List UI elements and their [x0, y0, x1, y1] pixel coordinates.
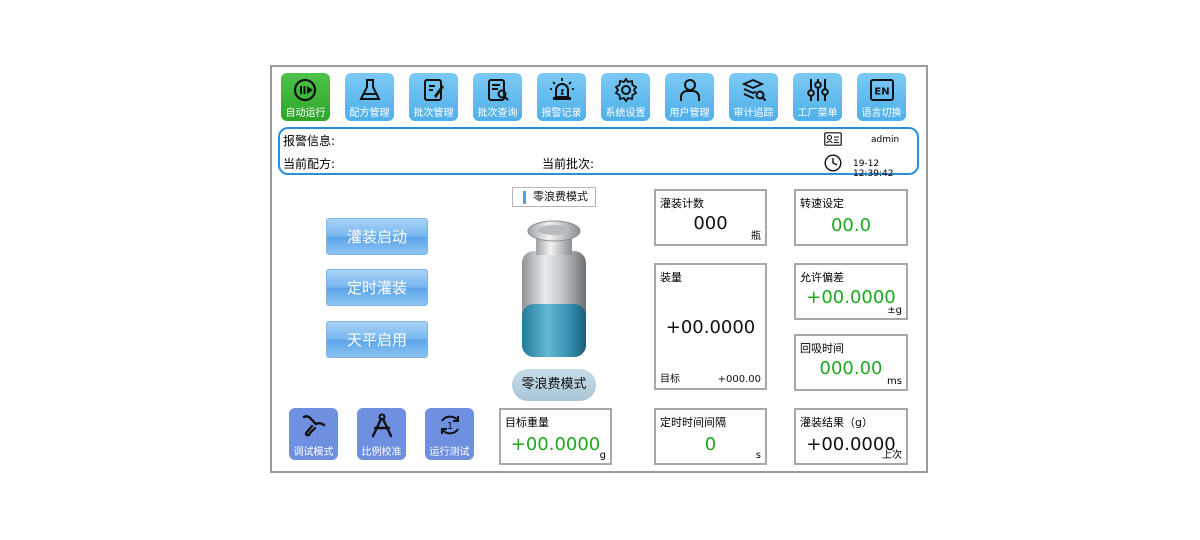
fill-result-box: 灌装结果（g） +00.0000 上次	[794, 408, 908, 465]
nav-label: 批次管理	[413, 108, 454, 119]
fill-target-label: 目标	[660, 374, 680, 385]
fill-amount-title: 装量	[660, 271, 682, 284]
nav-batch-query-button[interactable]: 批次查询	[473, 73, 522, 121]
nav-label: 审计追踪	[733, 108, 774, 119]
timed-interval-unit: s	[755, 450, 761, 461]
user-icon	[680, 79, 700, 101]
nav-label: 语言切换	[861, 108, 902, 119]
current-recipe-label: 当前配方:	[283, 157, 336, 171]
tool-label: 调试模式	[293, 447, 334, 458]
language-en-icon: EN	[870, 79, 894, 101]
info-bar: 报警信息: 当前配方: 当前批次: admin 19-12 12:39:42	[278, 127, 919, 179]
debug-mode-button[interactable]: 调试模式	[289, 408, 338, 460]
nav-label: 用户管理	[669, 108, 710, 119]
fill-result-unit: 上次	[882, 450, 902, 461]
fill-count-value: 000	[693, 213, 728, 234]
cycle-one-icon: 1	[441, 415, 459, 435]
clock-icon	[824, 154, 842, 172]
auto-run-icon	[293, 78, 317, 102]
fill-amount-value: +00.0000	[665, 317, 756, 338]
tool-label: 运行测试	[429, 447, 470, 458]
balance-enable-button[interactable]: 天平启用	[326, 321, 428, 358]
timed-fill-button[interactable]: 定时灌装	[326, 269, 428, 306]
mode-indicator	[523, 191, 526, 204]
fill-count-title: 灌装计数	[660, 197, 704, 210]
target-weight-unit: g	[599, 450, 606, 461]
user-card-icon	[824, 132, 842, 146]
nav-audit-button[interactable]: 审计追踪	[729, 73, 778, 121]
nav-label: 批次查询	[477, 108, 518, 119]
bottle-liquid	[522, 304, 586, 357]
nav-factory-menu-button[interactable]: 工厂菜单	[793, 73, 842, 121]
nav-label: 系统设置	[605, 108, 646, 119]
svg-text:1: 1	[447, 421, 453, 432]
mode-tag: 零浪费模式	[512, 187, 596, 207]
tool-label: 比例校准	[361, 447, 402, 458]
current-user: admin	[871, 135, 900, 145]
target-weight-box[interactable]: 目标重量 +00.0000 g	[499, 408, 612, 465]
alarm-light-icon	[550, 78, 574, 100]
tolerance-title: 允许偏差	[800, 271, 844, 284]
target-weight-title: 目标重量	[505, 416, 549, 429]
current-time: 19-12 12:39:42	[853, 159, 894, 179]
target-weight-value: +00.0000	[510, 434, 601, 455]
timed-interval-value: 0	[704, 434, 717, 455]
document-search-icon	[488, 79, 509, 101]
stack-search-icon	[741, 79, 767, 102]
nav-alarm-log-button[interactable]: 报警记录	[537, 73, 586, 121]
ratio-calibration-button[interactable]: 比例校准	[357, 408, 406, 460]
fill-target-value: +000.00	[717, 374, 761, 385]
edit-document-icon	[424, 79, 444, 101]
fill-result-title: 灌装结果（g）	[800, 416, 873, 429]
nav-label: 报警记录	[541, 108, 582, 119]
timed-interval-title: 定时时间间隔	[660, 416, 726, 429]
flask-icon	[359, 79, 381, 100]
suck-back-unit: ms	[887, 376, 902, 387]
timed-interval-box[interactable]: 定时时间间隔 0 s	[654, 408, 767, 465]
alarm-info-label: 报警信息:	[283, 134, 336, 148]
fill-count-box: 灌装计数 000 瓶	[654, 189, 767, 246]
gear-icon	[614, 77, 638, 103]
nav-language-button[interactable]: EN 语言切换	[857, 73, 906, 121]
tolerance-box[interactable]: 允许偏差 +00.0000 ±g	[794, 263, 908, 320]
fill-count-unit: 瓶	[751, 231, 761, 242]
nav-batch-manage-button[interactable]: 批次管理	[409, 73, 458, 121]
language-badge-text: EN	[874, 87, 889, 98]
suck-back-time-box[interactable]: 回吸时间 000.00 ms	[794, 334, 908, 391]
suck-back-title: 回吸时间	[800, 342, 844, 355]
tolerance-unit: ±g	[887, 305, 902, 316]
nav-label: 工厂菜单	[797, 108, 838, 119]
nav-user-button[interactable]: 用户管理	[665, 73, 714, 121]
current-batch-label: 当前批次:	[542, 157, 595, 171]
fill-amount-box: 装量 +00.0000 目标 +000.00	[654, 263, 767, 390]
nav-recipe-button[interactable]: 配方管理	[345, 73, 394, 121]
speed-setting-box[interactable]: 转速设定 00.0	[794, 189, 908, 246]
nav-auto-run-button[interactable]: 自动运行	[281, 73, 330, 121]
compass-icon	[371, 413, 393, 438]
bottle-illustration	[522, 220, 586, 357]
speed-setting-value: 00.0	[830, 215, 872, 236]
sliders-icon	[807, 79, 829, 101]
bottle-cap-top	[538, 225, 570, 235]
nav-label: 自动运行	[285, 108, 326, 119]
hmi-panel: 自动运行 配方管理 批次管理 批次查询 报警记录 系统设置 用户管理 审计追踪	[270, 65, 928, 473]
run-test-button[interactable]: 1 运行测试	[425, 408, 474, 460]
fill-start-button[interactable]: 灌装启动	[326, 218, 428, 255]
nav-settings-button[interactable]: 系统设置	[601, 73, 650, 121]
mode-tag-label: 零浪费模式	[533, 190, 588, 203]
mode-pill-button[interactable]: 零浪费模式	[512, 369, 596, 401]
wrench-icon	[302, 415, 326, 437]
speed-setting-title: 转速设定	[800, 197, 844, 210]
nav-label: 配方管理	[349, 108, 390, 119]
